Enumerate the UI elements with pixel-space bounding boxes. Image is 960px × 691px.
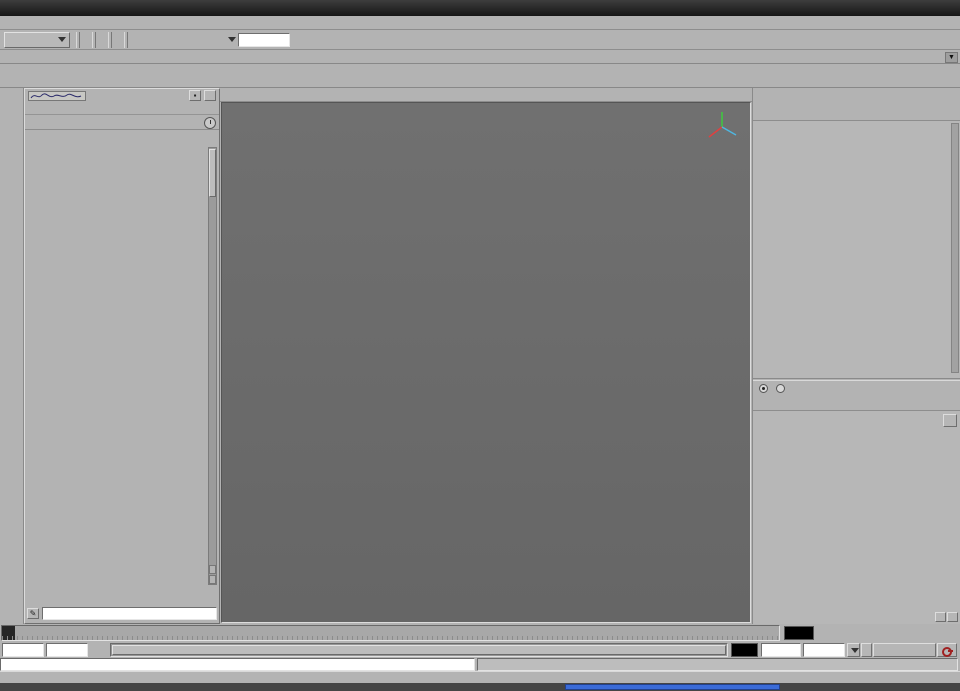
render-radio[interactable]	[776, 384, 785, 393]
menu-set-dropdown[interactable]	[4, 32, 70, 48]
scrollbar-thumb[interactable]	[209, 149, 216, 197]
channel-scrollbar[interactable]	[951, 123, 959, 373]
scroll-left-icon[interactable]	[935, 612, 946, 622]
playback-controls	[836, 625, 958, 641]
help-line	[0, 671, 960, 683]
taskbar-active-window[interactable]	[565, 684, 780, 690]
kit-name-input[interactable]	[42, 607, 217, 620]
chevron-down-icon	[851, 648, 859, 653]
shelf-menu-icon[interactable]: ▼	[945, 52, 958, 63]
character-set-button[interactable]	[873, 643, 936, 657]
view-axis-indicator	[700, 105, 744, 149]
command-line-output	[477, 658, 958, 671]
current-frame-marker[interactable]	[2, 626, 15, 641]
create-layer-icon[interactable]	[943, 414, 957, 427]
playback-start-field[interactable]	[2, 643, 44, 657]
time-slider-row	[0, 624, 960, 642]
clock-icon[interactable]	[204, 117, 216, 129]
range-slider-bar[interactable]	[112, 645, 726, 655]
viewport-canvas[interactable]	[221, 102, 751, 623]
shelf	[0, 63, 960, 88]
animation-end-field[interactable]	[761, 643, 801, 657]
command-line-row	[0, 658, 960, 671]
visor-logo	[28, 91, 86, 101]
chevron-down-icon	[58, 37, 66, 42]
kit-thumbnail-grid	[25, 145, 209, 573]
character-set-prev-icon[interactable]	[861, 643, 872, 657]
visor-pin-icon[interactable]: ▪	[189, 90, 201, 101]
display-radio[interactable]	[759, 384, 768, 393]
visor-panel: ▪	[24, 88, 220, 624]
maya-window: ▼ ▪	[0, 0, 960, 691]
help-icon[interactable]	[204, 90, 216, 101]
chevron-down-icon[interactable]	[228, 37, 236, 42]
shelf-tab-bar: ▼	[0, 50, 960, 63]
rename-icon[interactable]: ✎	[27, 608, 39, 619]
character-set-dropdown-icon[interactable]	[847, 643, 860, 657]
desktop-taskbar	[0, 683, 960, 691]
playback-end-field[interactable]	[731, 643, 758, 657]
visor-scrollbar[interactable]	[208, 147, 217, 585]
quick-select-input[interactable]	[238, 33, 290, 47]
main-menubar	[0, 16, 960, 30]
auto-keyframe-icon	[942, 645, 953, 656]
channel-box	[752, 88, 960, 624]
perspective-viewport	[220, 88, 752, 624]
animation-start-field[interactable]	[46, 643, 88, 657]
auto-keyframe-button[interactable]	[937, 643, 957, 657]
scroll-up-icon[interactable]	[209, 565, 216, 574]
status-line	[0, 30, 960, 50]
scroll-down-icon[interactable]	[209, 575, 216, 584]
time-slider[interactable]	[1, 625, 780, 641]
range-slider-row	[0, 642, 960, 658]
titlebar[interactable]	[0, 0, 960, 16]
goblin-model-green[interactable]	[578, 283, 751, 513]
animation-end-field-2[interactable]	[803, 643, 845, 657]
toolbox	[0, 88, 24, 624]
channel-list-area[interactable]	[753, 121, 960, 379]
scroll-right-icon[interactable]	[947, 612, 958, 622]
range-slider-track[interactable]	[110, 643, 728, 657]
current-time-field[interactable]	[784, 626, 814, 640]
window-icon[interactable]	[4, 3, 15, 14]
command-line-input[interactable]	[0, 658, 475, 671]
layer-list-area[interactable]	[753, 411, 960, 624]
